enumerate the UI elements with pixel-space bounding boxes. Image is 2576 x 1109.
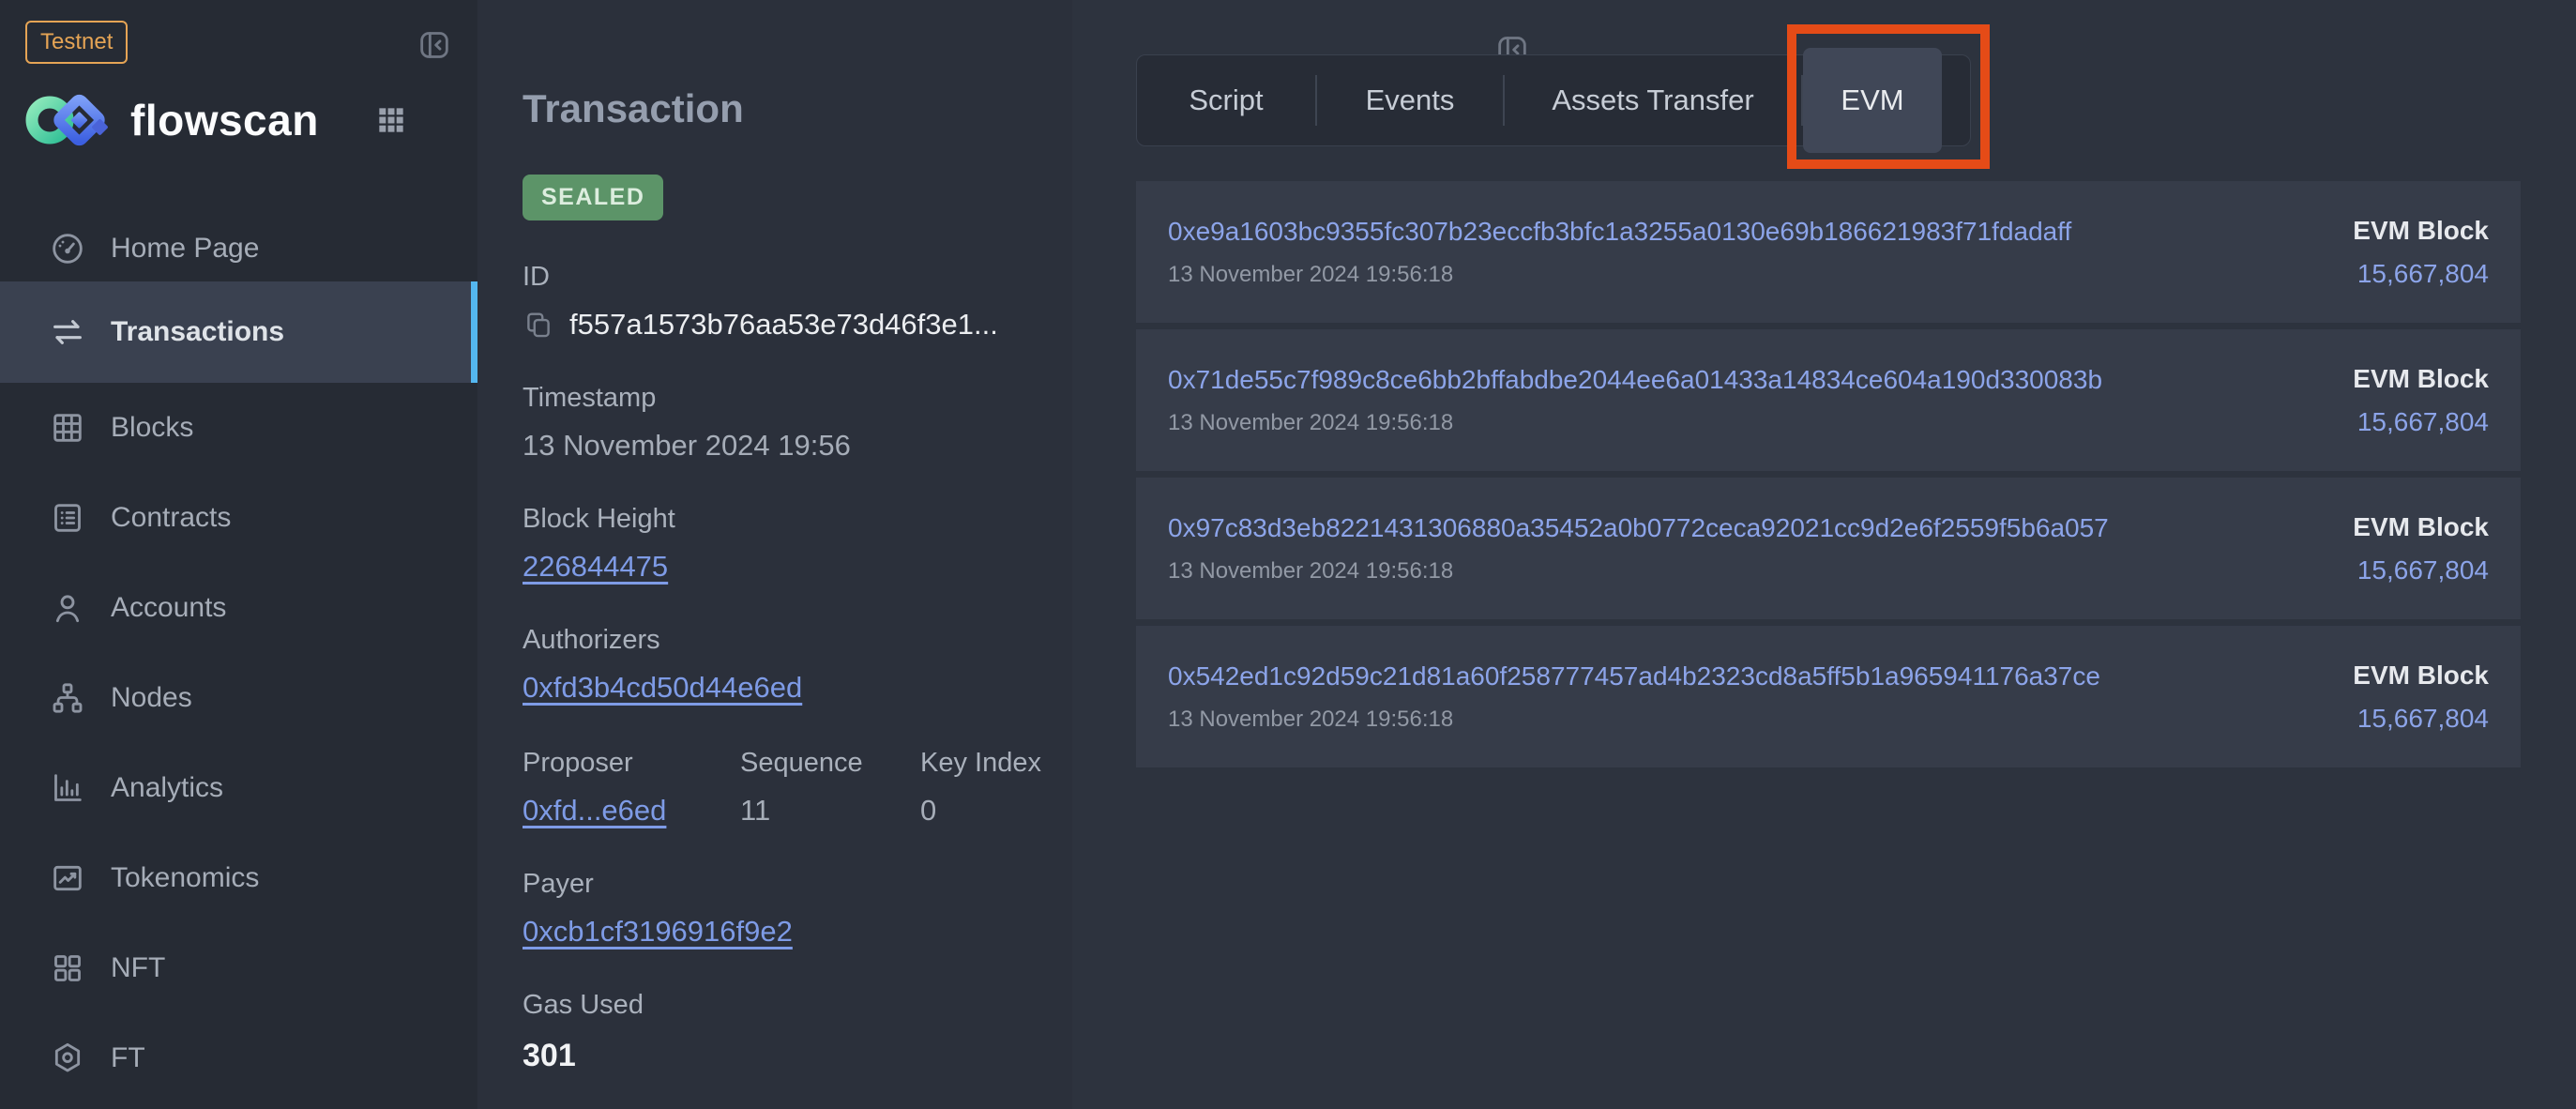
transaction-id-value: f557a1573b76aa53e73d46f3e1... — [569, 308, 998, 342]
evm-block-label: EVM Block — [2353, 216, 2489, 246]
tab-script[interactable]: Script — [1137, 55, 1315, 145]
field-authorizers: Authorizers 0xfd3b4cd50d44e6ed — [523, 625, 1072, 705]
flowscan-logo-icon — [25, 92, 110, 148]
sidebar-item-label: Transactions — [111, 316, 284, 348]
sidebar-item-blocks[interactable]: Blocks — [0, 383, 477, 473]
evm-content-area: Script Events Assets Transfer EVM 0xe9a1… — [1072, 0, 2576, 1109]
key-index-value: 0 — [920, 794, 1041, 828]
tab-evm[interactable]: EVM — [1803, 48, 1942, 153]
authorizers-link[interactable]: 0xfd3b4cd50d44e6ed — [523, 671, 802, 704]
testnet-badge: Testnet — [25, 21, 128, 64]
evm-tx-hash-link[interactable]: 0x71de55c7f989c8ce6bb2bffabdbe2044ee6a01… — [1168, 365, 2102, 395]
tab-assets-transfer[interactable]: Assets Transfer — [1505, 55, 1801, 145]
evm-tx-hash-link[interactable]: 0x97c83d3eb8221431306880a35452a0b0772cec… — [1168, 513, 2109, 543]
payer-link[interactable]: 0xcb1cf3196916f9e2 — [523, 915, 793, 948]
field-label: Sequence — [740, 748, 920, 779]
grid-table-icon — [49, 409, 86, 447]
field-block-height: Block Height 226844475 — [523, 504, 1072, 584]
bar-chart-icon — [49, 769, 86, 807]
line-chart-icon — [49, 859, 86, 897]
evm-tx-timestamp: 13 November 2024 19:56:18 — [1168, 558, 2109, 585]
field-label: Payer — [523, 869, 1072, 900]
sidebar-item-label: Nodes — [111, 682, 192, 714]
sidebar-item-nft[interactable]: NFT — [0, 923, 477, 1013]
transaction-detail-panel: Transaction SEALED ID f557a1573b76aa53e7… — [477, 0, 1072, 1109]
gauge-icon — [49, 230, 86, 267]
sidebar: Testnet flowscan — [0, 0, 477, 1109]
table-row[interactable]: 0x71de55c7f989c8ce6bb2bffabdbe2044ee6a01… — [1136, 329, 2521, 471]
sidebar-nav: Home Page Transactions Blocks — [0, 216, 477, 1103]
evm-tx-timestamp: 13 November 2024 19:56:18 — [1168, 410, 2102, 436]
sidebar-item-label: Analytics — [111, 772, 223, 804]
evm-tx-timestamp: 13 November 2024 19:56:18 — [1168, 706, 2100, 733]
evm-block-number-link[interactable]: 15,667,804 — [2357, 259, 2489, 289]
copy-icon[interactable] — [523, 309, 554, 341]
tab-events[interactable]: Events — [1317, 55, 1503, 145]
sidebar-item-label: Blocks — [111, 412, 193, 444]
table-row[interactable]: 0xe9a1603bc9355fc307b23eccfb3bfc1a3255a0… — [1136, 181, 2521, 323]
field-timestamp: Timestamp 13 November 2024 19:56 — [523, 383, 1072, 463]
sidebar-item-label: Contracts — [111, 502, 231, 534]
sidebar-item-transactions[interactable]: Transactions — [0, 281, 477, 383]
field-payer: Payer 0xcb1cf3196916f9e2 — [523, 869, 1072, 949]
sidebar-item-home-page[interactable]: Home Page — [0, 216, 477, 281]
swap-arrows-icon — [49, 313, 86, 351]
brand-name: flowscan — [130, 95, 319, 145]
field-label: Authorizers — [523, 625, 1072, 656]
sidebar-item-label: Home Page — [111, 233, 259, 265]
person-icon — [49, 589, 86, 627]
evm-block-number-link[interactable]: 15,667,804 — [2357, 407, 2489, 437]
field-label: Block Height — [523, 504, 1072, 535]
block-height-link[interactable]: 226844475 — [523, 550, 668, 583]
evm-block-label: EVM Block — [2353, 512, 2489, 542]
brand[interactable]: flowscan — [25, 92, 452, 148]
field-label: Proposer — [523, 748, 740, 779]
page-title: Transaction — [523, 86, 1072, 131]
evm-tx-hash-link[interactable]: 0xe9a1603bc9355fc307b23eccfb3bfc1a3255a0… — [1168, 217, 2071, 247]
document-icon — [49, 499, 86, 537]
apps-grid-icon[interactable] — [373, 102, 409, 138]
proposer-row: Proposer 0xfd...e6ed Sequence 11 Key Ind… — [523, 748, 1072, 828]
field-label: ID — [523, 262, 1072, 293]
sidebar-item-label: FT — [111, 1042, 145, 1074]
evm-tx-hash-link[interactable]: 0x542ed1c92d59c21d81a60f258777457ad4b232… — [1168, 661, 2100, 691]
sidebar-item-label: NFT — [111, 952, 165, 984]
field-id: ID f557a1573b76aa53e73d46f3e1... — [523, 262, 1072, 342]
timestamp-value: 13 November 2024 19:56 — [523, 429, 1072, 463]
gas-used-value: 301 — [523, 1038, 1072, 1074]
evm-block-label: EVM Block — [2353, 661, 2489, 691]
sidebar-item-label: Tokenomics — [111, 862, 259, 894]
evm-block-label: EVM Block — [2353, 364, 2489, 394]
field-label: Key Index — [920, 748, 1041, 779]
field-gas-used: Gas Used 301 — [523, 990, 1072, 1074]
proposer-link[interactable]: 0xfd...e6ed — [523, 794, 666, 827]
hierarchy-icon — [49, 679, 86, 717]
evm-block-number-link[interactable]: 15,667,804 — [2357, 555, 2489, 585]
sidebar-item-accounts[interactable]: Accounts — [0, 563, 477, 653]
tab-bar: Script Events Assets Transfer EVM — [1136, 54, 1971, 146]
token-cube-icon — [49, 1040, 86, 1077]
evm-tx-timestamp: 13 November 2024 19:56:18 — [1168, 262, 2071, 288]
sidebar-item-label: Accounts — [111, 592, 226, 624]
evm-block-number-link[interactable]: 15,667,804 — [2357, 704, 2489, 734]
table-row[interactable]: 0x542ed1c92d59c21d81a60f258777457ad4b232… — [1136, 626, 2521, 767]
status-badge: SEALED — [523, 175, 663, 220]
evm-transaction-list: 0xe9a1603bc9355fc307b23eccfb3bfc1a3255a0… — [1136, 181, 2521, 774]
collapse-sidebar-icon[interactable] — [416, 26, 453, 64]
sidebar-item-nodes[interactable]: Nodes — [0, 653, 477, 743]
four-squares-icon — [49, 949, 86, 987]
field-label: Timestamp — [523, 383, 1072, 414]
sidebar-item-tokenomics[interactable]: Tokenomics — [0, 833, 477, 923]
sidebar-item-analytics[interactable]: Analytics — [0, 743, 477, 833]
field-label: Gas Used — [523, 990, 1072, 1021]
sidebar-item-contracts[interactable]: Contracts — [0, 473, 477, 563]
table-row[interactable]: 0x97c83d3eb8221431306880a35452a0b0772cec… — [1136, 478, 2521, 619]
sequence-value: 11 — [740, 794, 920, 828]
sidebar-item-ft[interactable]: FT — [0, 1013, 477, 1103]
